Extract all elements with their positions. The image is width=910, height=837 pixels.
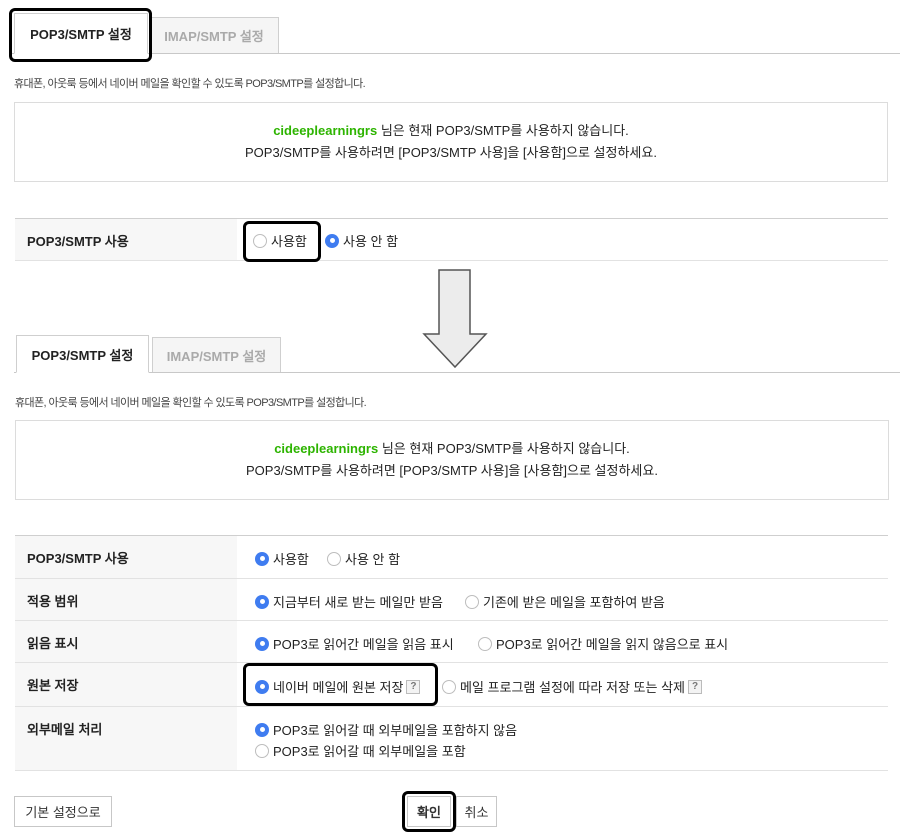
tab-pop3-smtp-settings[interactable]: POP3/SMTP 설정 <box>16 335 149 373</box>
row-label: 원본 저장 <box>15 663 237 706</box>
radio-use[interactable]: 사용함 <box>253 231 307 250</box>
radio-label: POP3로 읽어간 메일을 읽지 않음으로 표시 <box>496 637 729 652</box>
radio-label: POP3로 읽어간 메일을 읽음 표시 <box>273 637 454 652</box>
radio-button[interactable] <box>253 233 267 248</box>
radio-button[interactable] <box>255 594 269 609</box>
radio-mark-read[interactable]: POP3로 읽어간 메일을 읽음 표시 <box>255 634 454 653</box>
radio-label: 메일 프로그램 설정에 따라 저장 또는 삭제 <box>460 680 685 695</box>
pop3-status-notice: cideeplearningrs 님은 현재 POP3/SMTP를 사용하지 않… <box>14 102 888 182</box>
radio-new-mail-only[interactable]: 지금부터 새로 받는 메일만 받음 <box>255 592 443 611</box>
radio-keep-in-naver[interactable]: 네이버 메일에 원본 저장 ? <box>255 677 421 696</box>
row-label: 읽음 표시 <box>15 621 237 662</box>
radio-label: POP3로 읽어갈 때 외부메일을 포함 <box>273 744 466 759</box>
radio-label: POP3로 읽어갈 때 외부메일을 포함하지 않음 <box>273 723 518 738</box>
radio-button[interactable] <box>255 743 269 758</box>
radio-mark-unread[interactable]: POP3로 읽어간 메일을 읽지 않음으로 표시 <box>478 634 728 653</box>
reset-default-button[interactable]: 기본 설정으로 <box>14 796 112 827</box>
radio-label: 네이버 메일에 원본 저장 <box>273 680 404 695</box>
notice-line-2: POP3/SMTP를 사용하려면 [POP3/SMTP 사용]을 [사용함]으로… <box>245 145 657 160</box>
tab-label: POP3/SMTP 설정 <box>30 27 132 42</box>
tab-label: IMAP/SMTP 설정 <box>164 29 264 44</box>
radio-use[interactable]: 사용함 <box>255 549 309 568</box>
radio-button[interactable] <box>478 636 492 651</box>
radio-label: 사용 안 함 <box>345 552 401 567</box>
notice-line-2: POP3/SMTP를 사용하려면 [POP3/SMTP 사용]을 [사용함]으로… <box>246 463 658 478</box>
question-mark-icon[interactable]: ? <box>688 679 702 694</box>
row-keep-original: 원본 저장 네이버 메일에 원본 저장 ? 메일 프로그램 설정에 따라 저장 … <box>15 663 888 707</box>
pop3-status-notice: cideeplearningrs 님은 현재 POP3/SMTP를 사용하지 않… <box>15 420 889 500</box>
radio-button[interactable] <box>255 551 269 566</box>
radio-exclude-external[interactable]: POP3로 읽어갈 때 외부메일을 포함하지 않음 <box>255 720 517 739</box>
row-label: 외부메일 처리 <box>15 707 237 770</box>
row-read-mark: 읽음 표시 POP3로 읽어간 메일을 읽음 표시 POP3로 읽어간 메일을 … <box>15 621 888 663</box>
radio-button[interactable] <box>325 233 339 248</box>
row-label: POP3/SMTP 사용 <box>15 536 237 578</box>
notice-text: 님은 현재 POP3/SMTP를 사용하지 않습니다. <box>378 441 630 456</box>
radio-button[interactable] <box>327 551 341 566</box>
row-pop3-smtp-use: POP3/SMTP 사용 사용함 사용 안 함 <box>15 219 888 261</box>
page-description: 휴대폰, 아웃룩 등에서 네이버 메일을 확인할 수 있도록 POP3/SMTP… <box>15 397 367 409</box>
radio-label: 지금부터 새로 받는 메일만 받음 <box>273 595 443 610</box>
row-apply-scope: 적용 범위 지금부터 새로 받는 메일만 받음 기존에 받은 메일을 포함하여 … <box>15 579 888 621</box>
radio-label: 사용함 <box>273 552 309 567</box>
notice-line-1: cideeplearningrs 님은 현재 POP3/SMTP를 사용하지 않… <box>274 438 630 460</box>
row-external-mail: 외부메일 처리 POP3로 읽어갈 때 외부메일을 포함하지 않음 POP3로 … <box>15 707 888 771</box>
radio-not-use[interactable]: 사용 안 함 <box>325 231 398 250</box>
tab-label: POP3/SMTP 설정 <box>31 347 134 363</box>
down-arrow-icon <box>422 269 488 369</box>
radio-include-external[interactable]: POP3로 읽어갈 때 외부메일을 포함 <box>255 741 466 760</box>
radio-not-use[interactable]: 사용 안 함 <box>327 549 400 568</box>
tab-pop3-smtp-settings[interactable]: POP3/SMTP 설정 <box>14 13 148 54</box>
radio-button[interactable] <box>442 679 456 694</box>
tab-label: IMAP/SMTP 설정 <box>166 348 267 364</box>
radio-label: 사용함 <box>271 234 307 249</box>
notice-line-1: cideeplearningrs 님은 현재 POP3/SMTP를 사용하지 않… <box>273 120 629 142</box>
user-id: cideeplearningrs <box>273 123 378 138</box>
confirm-button[interactable]: 확인 <box>407 796 451 827</box>
radio-button[interactable] <box>255 679 269 694</box>
notice-text: 님은 현재 POP3/SMTP를 사용하지 않습니다. <box>377 123 629 138</box>
user-id: cideeplearningrs <box>274 441 379 456</box>
radio-label: 사용 안 함 <box>343 234 399 249</box>
page-description: 휴대폰, 아웃룩 등에서 네이버 메일을 확인할 수 있도록 POP3/SMTP… <box>14 78 366 90</box>
radio-button[interactable] <box>465 594 479 609</box>
tab-imap-smtp-settings[interactable]: IMAP/SMTP 설정 <box>149 17 279 53</box>
cancel-button[interactable]: 취소 <box>456 796 497 827</box>
question-mark-icon[interactable]: ? <box>406 679 421 694</box>
radio-follow-client[interactable]: 메일 프로그램 설정에 따라 저장 또는 삭제 ? <box>442 677 702 696</box>
radio-label: 기존에 받은 메일을 포함하여 받음 <box>483 595 665 610</box>
radio-button[interactable] <box>255 636 269 651</box>
row-label: POP3/SMTP 사용 <box>15 219 237 260</box>
row-label: 적용 범위 <box>15 579 237 620</box>
radio-include-existing[interactable]: 기존에 받은 메일을 포함하여 받음 <box>465 592 665 611</box>
row-pop3-smtp-use: POP3/SMTP 사용 사용함 사용 안 함 <box>15 536 888 579</box>
radio-button[interactable] <box>255 722 269 737</box>
tab-imap-smtp-settings[interactable]: IMAP/SMTP 설정 <box>152 337 281 372</box>
